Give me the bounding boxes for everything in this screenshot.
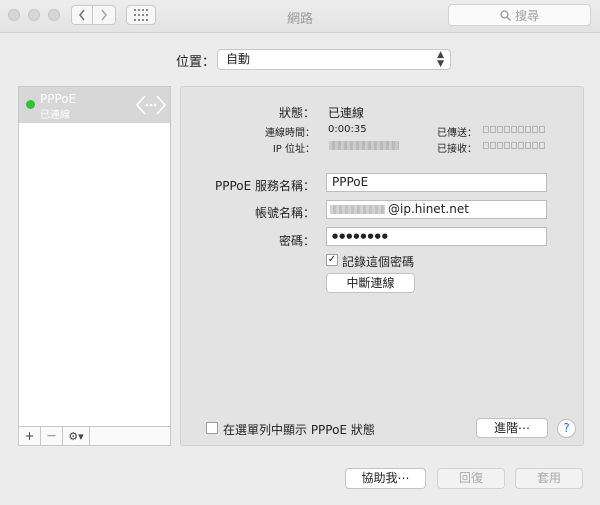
- show-in-menubar-label: 在選單列中顯示 PPPoE 狀態: [223, 423, 375, 437]
- pppoe-icon: [136, 95, 166, 115]
- search-icon: [500, 9, 511, 21]
- apply-button[interactable]: 套用: [515, 468, 583, 489]
- connect-time-label: 連線時間：: [265, 128, 315, 139]
- location-value: 自動: [226, 52, 251, 66]
- password-label: 密碼：: [278, 234, 315, 248]
- location-label: 位置：: [176, 55, 216, 70]
- show-in-menubar-checkbox[interactable]: [206, 422, 218, 434]
- password-field[interactable]: ●●●●●●●●: [326, 227, 547, 246]
- status-dot: [26, 100, 35, 109]
- remember-password-checkbox[interactable]: ✓: [326, 254, 338, 266]
- revert-button[interactable]: 回復: [437, 468, 505, 489]
- status-label: 狀態：: [278, 106, 315, 120]
- remove-service-button[interactable]: —: [41, 427, 63, 445]
- sent-meter: [483, 126, 545, 133]
- remember-password-label: 記錄這個密碼: [342, 255, 415, 269]
- service-list: PPPoE 已連線 + — ⚙▾: [18, 86, 171, 446]
- location-select[interactable]: 自動 ▲ ▼: [217, 49, 451, 70]
- ip-label: IP 位址：: [272, 144, 315, 155]
- ip-value-redacted: [329, 141, 399, 150]
- received-label: 已接收：: [437, 144, 477, 155]
- service-list-toolbar: + — ⚙▾: [18, 426, 171, 446]
- title-bar: 網路 搜尋: [0, 0, 600, 33]
- search-placeholder: 搜尋: [514, 8, 539, 23]
- status-value: 已連線: [328, 106, 365, 120]
- service-status: 已連線: [40, 110, 70, 121]
- connect-time-value: 0:00:35: [328, 124, 367, 135]
- search-input[interactable]: 搜尋: [448, 4, 591, 26]
- service-name-field[interactable]: PPPoE: [326, 173, 547, 192]
- gear-menu-button[interactable]: ⚙▾: [63, 427, 90, 445]
- service-name: PPPoE: [40, 92, 77, 106]
- account-redacted: [330, 205, 385, 214]
- service-item-pppoe[interactable]: PPPoE 已連線: [19, 87, 170, 123]
- add-service-button[interactable]: +: [19, 427, 41, 445]
- help-button[interactable]: ?: [557, 419, 576, 438]
- advanced-button[interactable]: 進階⋯: [476, 418, 548, 438]
- assist-me-button[interactable]: 協助我⋯: [345, 468, 426, 489]
- disconnect-button[interactable]: 中斷連線: [326, 273, 415, 293]
- received-meter: [483, 142, 545, 149]
- account-domain: @ip.hinet.net: [388, 202, 469, 216]
- detail-panel: 狀態： 已連線 連線時間： 0:00:35 IP 位址： 已傳送： 已接收： P…: [180, 86, 584, 446]
- sent-label: 已傳送：: [437, 128, 477, 139]
- updown-chevron-icon: ▲ ▼: [437, 50, 444, 69]
- account-label: 帳號名稱：: [254, 206, 315, 220]
- account-field[interactable]: @ip.hinet.net: [326, 200, 547, 219]
- service-name-label: PPPoE 服務名稱：: [214, 179, 315, 193]
